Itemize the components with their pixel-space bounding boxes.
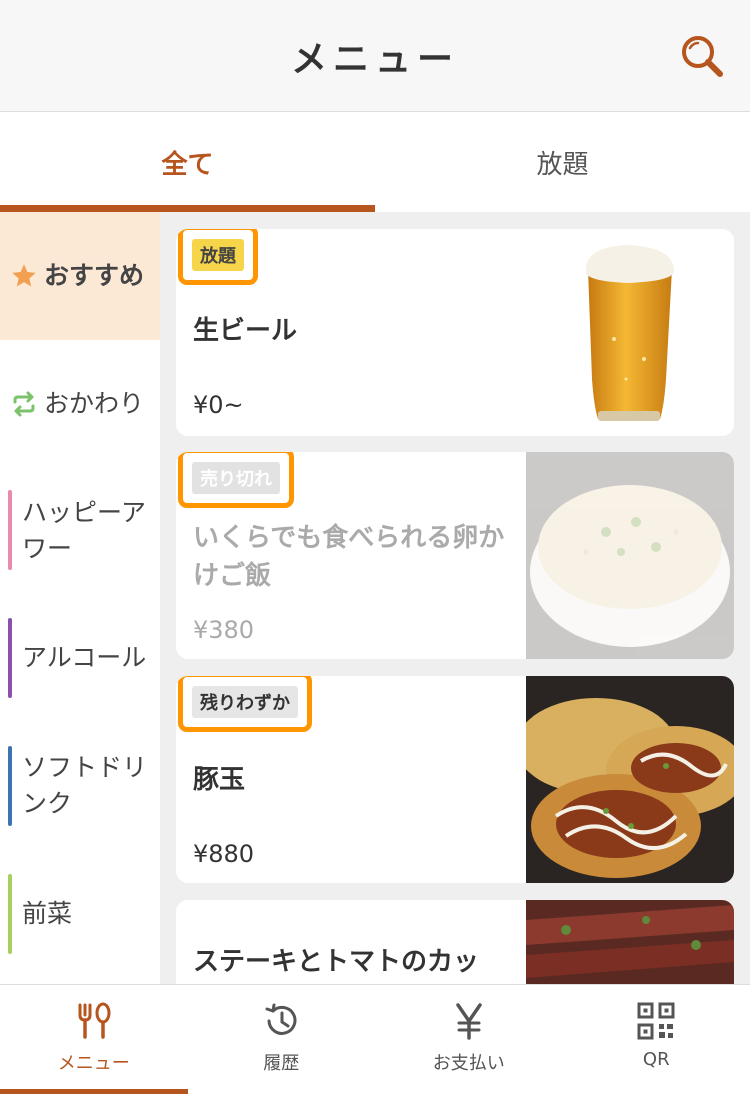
category-color-bar <box>8 490 12 570</box>
sidebar-item-happy-hour[interactable]: ハッピーアワー <box>0 468 160 594</box>
refresh-icon <box>13 391 35 417</box>
menu-item-card[interactable]: ステーキとトマトのカッ <box>176 900 734 984</box>
item-name: ステーキとトマトのカッ <box>193 947 480 977</box>
sidebar-item-recommended[interactable]: おすすめ <box>0 212 160 340</box>
category-color-bar <box>8 874 12 954</box>
status-badge: 残りわずか <box>192 686 298 718</box>
menu-item-card[interactable]: 残りわずか 豚玉 ¥880 <box>176 676 734 883</box>
fork-spoon-icon <box>78 1002 111 1039</box>
app-header: メニュー <box>0 0 750 112</box>
menu-item-card[interactable]: 放題 生ビール ¥0~ <box>176 229 734 436</box>
egg-rice-bowl-image <box>526 452 734 659</box>
category-tabs: 全て 放題 <box>0 112 750 212</box>
search-icon <box>682 36 723 77</box>
beer-glass-image <box>526 229 734 436</box>
item-price: ¥880 <box>193 840 255 868</box>
nav-history[interactable]: 履歴 <box>188 985 376 1094</box>
nav-menu[interactable]: メニュー <box>0 985 188 1094</box>
search-button[interactable] <box>680 34 724 78</box>
star-icon <box>12 264 36 287</box>
badge-highlight: 残りわずか <box>178 676 312 732</box>
item-price: ¥380 <box>193 616 255 644</box>
status-badge: 売り切れ <box>192 462 280 494</box>
item-name: いくらでも食べられる卵かけご飯 <box>193 523 505 591</box>
tab-all[interactable]: 全て <box>0 112 375 212</box>
item-name: 生ビール <box>193 316 298 346</box>
menu-item-card[interactable]: 売り切れ いくらでも食べられる卵かけご飯 ¥380 <box>176 452 734 659</box>
page-title: メニュー <box>290 39 459 80</box>
status-badge: 放題 <box>192 239 244 271</box>
sidebar-item-appetizer[interactable]: 前菜 <box>0 850 160 978</box>
item-name: 豚玉 <box>193 765 246 795</box>
tab-all-you-can[interactable]: 放題 <box>375 112 750 212</box>
category-sidebar: おすすめ おかわり ハッピーアワー アルコール ソフトドリンク 前菜 <box>0 212 160 984</box>
history-icon <box>265 1003 297 1035</box>
sidebar-item-soft-drink[interactable]: ソフトドリンク <box>0 722 160 850</box>
steak-image <box>526 900 734 984</box>
bottom-navigation: メニュー 履歴 お支払い QR <box>0 984 750 1094</box>
category-color-bar <box>8 618 12 698</box>
sidebar-item-alcohol[interactable]: アルコール <box>0 594 160 722</box>
nav-qr[interactable]: QR <box>563 985 750 1094</box>
qr-code-icon <box>637 1002 675 1040</box>
sidebar-item-refill[interactable]: おかわり <box>0 340 160 468</box>
menu-list: 放題 生ビール ¥0~ 売り切れ いくらでも食べられる卵かけご飯 ¥380 残り… <box>160 212 750 984</box>
badge-highlight: 放題 <box>178 229 258 285</box>
item-price: ¥0~ <box>193 391 244 419</box>
okonomiyaki-image <box>526 676 734 883</box>
badge-highlight: 売り切れ <box>178 452 294 508</box>
yen-icon <box>456 1003 482 1040</box>
category-color-bar <box>8 746 12 826</box>
nav-payment[interactable]: お支払い <box>375 985 563 1094</box>
